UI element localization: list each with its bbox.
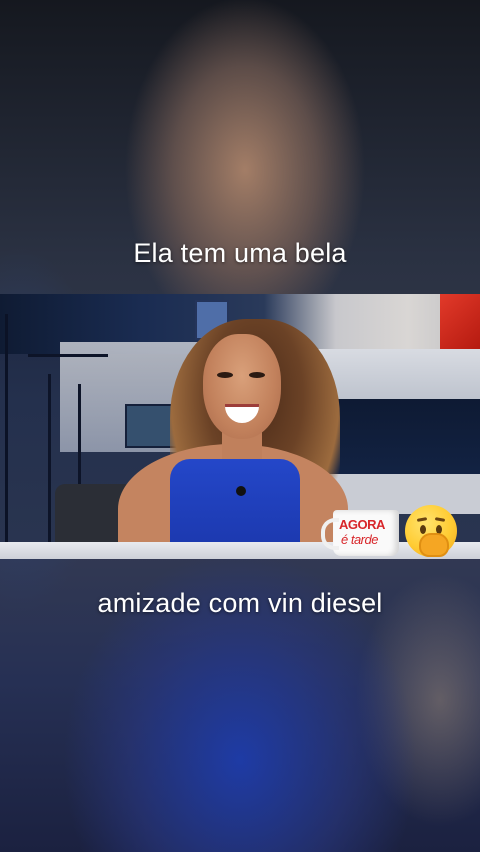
caption-top: Ela tem uma bela — [133, 238, 347, 268]
mug-logo-line2: é tarde — [341, 532, 378, 547]
smile — [225, 404, 259, 423]
right-eye — [249, 372, 265, 378]
logo-mug: AGORA é tarde — [321, 510, 399, 556]
person-face — [203, 334, 281, 439]
studio-red-panel — [440, 294, 480, 349]
caption-bottom: amizade com vin diesel — [97, 588, 383, 618]
lapel-mic-icon — [236, 486, 246, 496]
face-with-hand-over-mouth-icon — [405, 505, 457, 557]
mug-handle — [321, 518, 339, 550]
left-eye — [217, 372, 233, 378]
mug-logo-line1: AGORA — [339, 517, 385, 532]
